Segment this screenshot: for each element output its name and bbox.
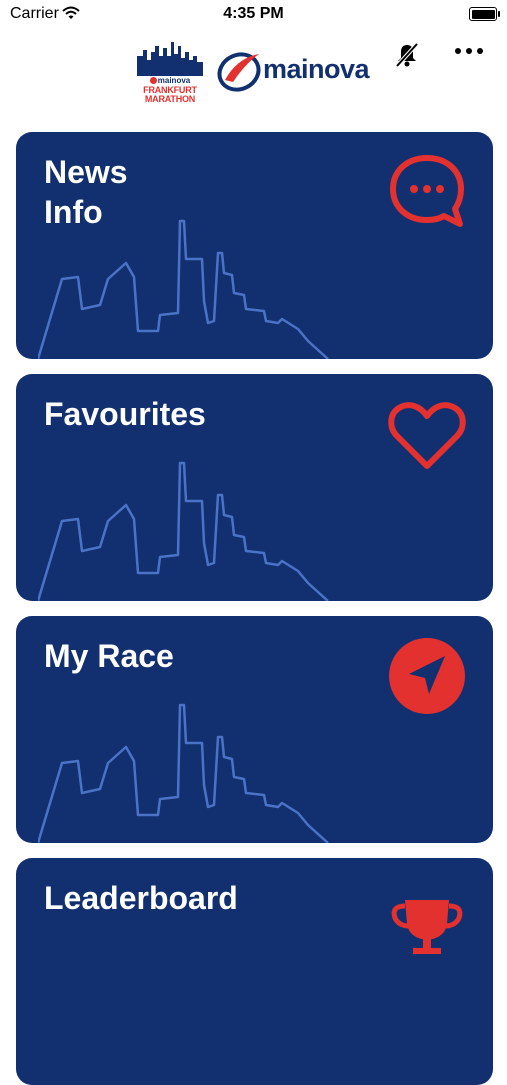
more-icon xyxy=(455,48,483,54)
status-bar: Carrier 4:35 PM xyxy=(0,0,507,30)
marathon-line2: MARATHON xyxy=(144,94,196,104)
my-race-tile[interactable]: My Race xyxy=(16,616,493,843)
leaderboard-tile[interactable]: Leaderboard xyxy=(16,858,493,1085)
mainova-logo: mainova xyxy=(215,46,375,96)
navigation-arrow-icon xyxy=(389,638,465,714)
news-info-tile[interactable]: News Info xyxy=(16,132,493,359)
more-button[interactable] xyxy=(452,38,488,64)
tile-title-favourites: Favourites xyxy=(44,396,206,432)
marathon-brand: mainova xyxy=(137,76,203,85)
battery-icon xyxy=(469,7,500,21)
frankfurt-marathon-logo: mainova FRANKFURT MARATHON xyxy=(137,42,203,104)
tile-title-my-race: My Race xyxy=(44,638,174,674)
mute-button[interactable] xyxy=(392,40,422,70)
heart-icon xyxy=(388,402,466,469)
tile-title-leaderboard: Leaderboard xyxy=(44,880,238,916)
skyline-logo-icon xyxy=(137,42,203,76)
mainova-wordmark: mainova xyxy=(263,54,370,84)
mute-icon xyxy=(395,42,419,68)
mainova-swoosh-icon xyxy=(217,52,261,92)
skyline-decoration xyxy=(38,461,329,601)
favourites-tile[interactable]: Favourites xyxy=(16,374,493,601)
skyline-decoration xyxy=(38,219,329,359)
skyline-decoration xyxy=(38,703,329,843)
chat-bubble-icon xyxy=(390,155,464,227)
clock: 4:35 PM xyxy=(223,5,284,22)
trophy-icon xyxy=(391,900,463,954)
header: mainova FRANKFURT MARATHON mainova xyxy=(0,30,507,120)
